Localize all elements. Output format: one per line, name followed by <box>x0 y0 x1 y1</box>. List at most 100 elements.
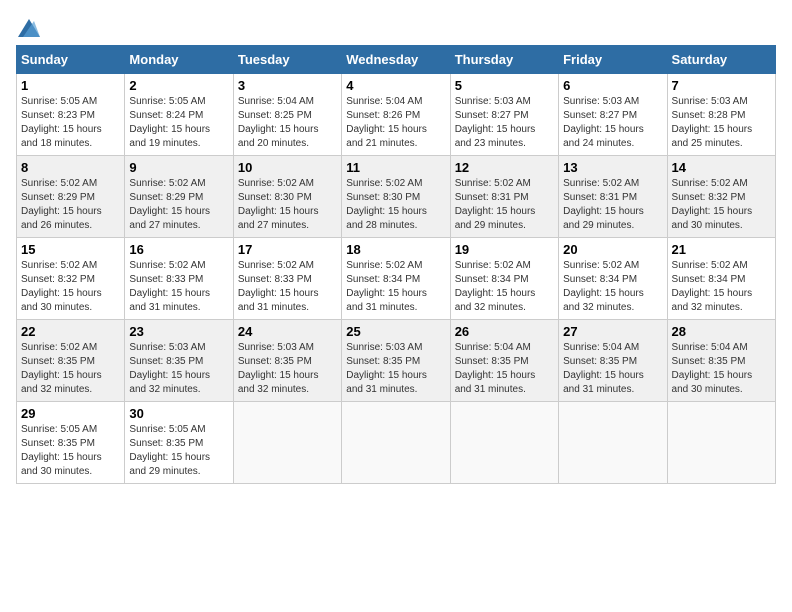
calendar-cell: 23 Sunrise: 5:03 AM Sunset: 8:35 PM Dayl… <box>125 320 233 402</box>
calendar-cell: 7 Sunrise: 5:03 AM Sunset: 8:28 PM Dayli… <box>667 74 775 156</box>
day-detail: Sunrise: 5:02 AM Sunset: 8:34 PM Dayligh… <box>563 259 662 315</box>
calendar-cell: 30 Sunrise: 5:05 AM Sunset: 8:35 PM Dayl… <box>125 402 233 484</box>
day-detail: Sunrise: 5:02 AM Sunset: 8:31 PM Dayligh… <box>455 177 554 233</box>
calendar-cell: 18 Sunrise: 5:02 AM Sunset: 8:34 PM Dayl… <box>342 238 450 320</box>
weekday-header-sunday: Sunday <box>17 46 125 74</box>
day-detail: Sunrise: 5:05 AM Sunset: 8:23 PM Dayligh… <box>21 95 120 151</box>
page-header <box>16 16 776 37</box>
day-number: 21 <box>672 242 771 257</box>
day-number: 3 <box>238 78 337 93</box>
day-detail: Sunrise: 5:04 AM Sunset: 8:26 PM Dayligh… <box>346 95 445 151</box>
day-detail: Sunrise: 5:02 AM Sunset: 8:30 PM Dayligh… <box>238 177 337 233</box>
calendar-cell: 6 Sunrise: 5:03 AM Sunset: 8:27 PM Dayli… <box>559 74 667 156</box>
calendar-week-2: 8 Sunrise: 5:02 AM Sunset: 8:29 PM Dayli… <box>17 156 776 238</box>
weekday-header-wednesday: Wednesday <box>342 46 450 74</box>
day-number: 6 <box>563 78 662 93</box>
day-number: 24 <box>238 324 337 339</box>
day-detail: Sunrise: 5:04 AM Sunset: 8:35 PM Dayligh… <box>672 341 771 397</box>
day-number: 19 <box>455 242 554 257</box>
day-detail: Sunrise: 5:04 AM Sunset: 8:35 PM Dayligh… <box>455 341 554 397</box>
calendar-cell: 1 Sunrise: 5:05 AM Sunset: 8:23 PM Dayli… <box>17 74 125 156</box>
calendar-cell <box>450 402 558 484</box>
day-number: 23 <box>129 324 228 339</box>
day-number: 27 <box>563 324 662 339</box>
day-detail: Sunrise: 5:02 AM Sunset: 8:33 PM Dayligh… <box>238 259 337 315</box>
weekday-header-tuesday: Tuesday <box>233 46 341 74</box>
day-number: 13 <box>563 160 662 175</box>
day-number: 22 <box>21 324 120 339</box>
day-number: 7 <box>672 78 771 93</box>
weekday-header-thursday: Thursday <box>450 46 558 74</box>
calendar-cell: 9 Sunrise: 5:02 AM Sunset: 8:29 PM Dayli… <box>125 156 233 238</box>
day-detail: Sunrise: 5:04 AM Sunset: 8:25 PM Dayligh… <box>238 95 337 151</box>
day-number: 26 <box>455 324 554 339</box>
day-number: 9 <box>129 160 228 175</box>
day-number: 17 <box>238 242 337 257</box>
day-detail: Sunrise: 5:03 AM Sunset: 8:35 PM Dayligh… <box>346 341 445 397</box>
day-number: 30 <box>129 406 228 421</box>
day-number: 10 <box>238 160 337 175</box>
calendar-cell <box>559 402 667 484</box>
calendar-cell: 27 Sunrise: 5:04 AM Sunset: 8:35 PM Dayl… <box>559 320 667 402</box>
day-detail: Sunrise: 5:05 AM Sunset: 8:24 PM Dayligh… <box>129 95 228 151</box>
calendar-cell: 12 Sunrise: 5:02 AM Sunset: 8:31 PM Dayl… <box>450 156 558 238</box>
day-detail: Sunrise: 5:03 AM Sunset: 8:27 PM Dayligh… <box>563 95 662 151</box>
day-detail: Sunrise: 5:02 AM Sunset: 8:33 PM Dayligh… <box>129 259 228 315</box>
calendar-week-5: 29 Sunrise: 5:05 AM Sunset: 8:35 PM Dayl… <box>17 402 776 484</box>
calendar-cell: 20 Sunrise: 5:02 AM Sunset: 8:34 PM Dayl… <box>559 238 667 320</box>
day-number: 11 <box>346 160 445 175</box>
calendar-table: SundayMondayTuesdayWednesdayThursdayFrid… <box>16 45 776 484</box>
day-detail: Sunrise: 5:04 AM Sunset: 8:35 PM Dayligh… <box>563 341 662 397</box>
calendar-cell: 2 Sunrise: 5:05 AM Sunset: 8:24 PM Dayli… <box>125 74 233 156</box>
day-detail: Sunrise: 5:02 AM Sunset: 8:29 PM Dayligh… <box>129 177 228 233</box>
calendar-cell: 19 Sunrise: 5:02 AM Sunset: 8:34 PM Dayl… <box>450 238 558 320</box>
day-detail: Sunrise: 5:02 AM Sunset: 8:31 PM Dayligh… <box>563 177 662 233</box>
calendar-cell: 29 Sunrise: 5:05 AM Sunset: 8:35 PM Dayl… <box>17 402 125 484</box>
calendar-cell: 24 Sunrise: 5:03 AM Sunset: 8:35 PM Dayl… <box>233 320 341 402</box>
day-number: 16 <box>129 242 228 257</box>
calendar-cell: 4 Sunrise: 5:04 AM Sunset: 8:26 PM Dayli… <box>342 74 450 156</box>
calendar-cell: 14 Sunrise: 5:02 AM Sunset: 8:32 PM Dayl… <box>667 156 775 238</box>
day-detail: Sunrise: 5:02 AM Sunset: 8:30 PM Dayligh… <box>346 177 445 233</box>
calendar-cell: 8 Sunrise: 5:02 AM Sunset: 8:29 PM Dayli… <box>17 156 125 238</box>
calendar-cell <box>342 402 450 484</box>
calendar-week-1: 1 Sunrise: 5:05 AM Sunset: 8:23 PM Dayli… <box>17 74 776 156</box>
day-number: 20 <box>563 242 662 257</box>
calendar-cell: 10 Sunrise: 5:02 AM Sunset: 8:30 PM Dayl… <box>233 156 341 238</box>
day-number: 18 <box>346 242 445 257</box>
weekday-header-monday: Monday <box>125 46 233 74</box>
calendar-cell <box>233 402 341 484</box>
calendar-cell: 22 Sunrise: 5:02 AM Sunset: 8:35 PM Dayl… <box>17 320 125 402</box>
calendar-header-row: SundayMondayTuesdayWednesdayThursdayFrid… <box>17 46 776 74</box>
day-detail: Sunrise: 5:02 AM Sunset: 8:32 PM Dayligh… <box>672 177 771 233</box>
day-detail: Sunrise: 5:05 AM Sunset: 8:35 PM Dayligh… <box>21 423 120 479</box>
day-number: 4 <box>346 78 445 93</box>
calendar-cell: 5 Sunrise: 5:03 AM Sunset: 8:27 PM Dayli… <box>450 74 558 156</box>
day-detail: Sunrise: 5:02 AM Sunset: 8:34 PM Dayligh… <box>346 259 445 315</box>
day-detail: Sunrise: 5:05 AM Sunset: 8:35 PM Dayligh… <box>129 423 228 479</box>
logo <box>16 16 40 37</box>
calendar-cell: 28 Sunrise: 5:04 AM Sunset: 8:35 PM Dayl… <box>667 320 775 402</box>
calendar-cell: 13 Sunrise: 5:02 AM Sunset: 8:31 PM Dayl… <box>559 156 667 238</box>
day-detail: Sunrise: 5:02 AM Sunset: 8:29 PM Dayligh… <box>21 177 120 233</box>
calendar-cell: 15 Sunrise: 5:02 AM Sunset: 8:32 PM Dayl… <box>17 238 125 320</box>
day-number: 14 <box>672 160 771 175</box>
day-number: 5 <box>455 78 554 93</box>
weekday-header-friday: Friday <box>559 46 667 74</box>
day-number: 28 <box>672 324 771 339</box>
day-detail: Sunrise: 5:03 AM Sunset: 8:28 PM Dayligh… <box>672 95 771 151</box>
calendar-cell: 17 Sunrise: 5:02 AM Sunset: 8:33 PM Dayl… <box>233 238 341 320</box>
weekday-header-saturday: Saturday <box>667 46 775 74</box>
day-detail: Sunrise: 5:02 AM Sunset: 8:34 PM Dayligh… <box>455 259 554 315</box>
calendar-cell <box>667 402 775 484</box>
calendar-cell: 16 Sunrise: 5:02 AM Sunset: 8:33 PM Dayl… <box>125 238 233 320</box>
logo-icon <box>18 19 40 37</box>
day-number: 29 <box>21 406 120 421</box>
calendar-cell: 26 Sunrise: 5:04 AM Sunset: 8:35 PM Dayl… <box>450 320 558 402</box>
calendar-cell: 3 Sunrise: 5:04 AM Sunset: 8:25 PM Dayli… <box>233 74 341 156</box>
day-detail: Sunrise: 5:03 AM Sunset: 8:35 PM Dayligh… <box>238 341 337 397</box>
calendar-body: 1 Sunrise: 5:05 AM Sunset: 8:23 PM Dayli… <box>17 74 776 484</box>
day-number: 12 <box>455 160 554 175</box>
day-number: 1 <box>21 78 120 93</box>
calendar-week-3: 15 Sunrise: 5:02 AM Sunset: 8:32 PM Dayl… <box>17 238 776 320</box>
